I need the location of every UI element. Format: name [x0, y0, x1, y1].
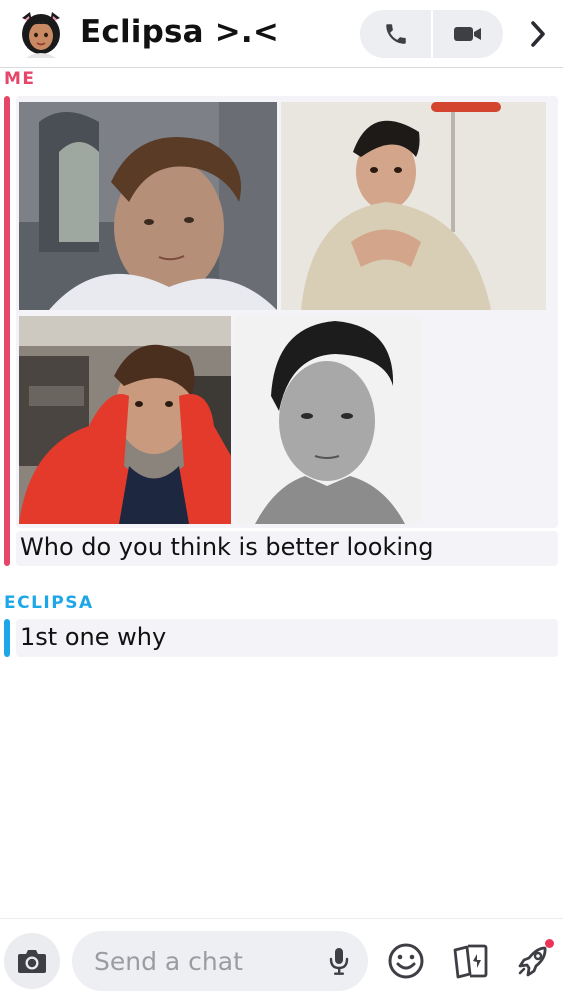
bitmoji-avatar-icon [22, 12, 60, 58]
notification-dot [545, 939, 554, 948]
media-container [16, 96, 558, 528]
photo-4[interactable] [235, 316, 423, 524]
chat-field [72, 931, 368, 991]
rocket-button[interactable] [514, 939, 554, 981]
sender-bar-eclipsa [4, 619, 10, 657]
composer-bar [0, 918, 563, 1000]
sender-label-eclipsa: ECLIPSA [4, 593, 94, 613]
chevron-right-icon [531, 21, 545, 47]
chat-title[interactable]: Eclipsa >.< [80, 14, 279, 50]
portrait-photo-2 [281, 102, 546, 310]
portrait-photo-3 [19, 316, 231, 524]
phone-icon [385, 24, 406, 44]
photo-1[interactable] [19, 102, 277, 310]
microphone-button[interactable] [324, 945, 354, 977]
message-group-eclipsa: 1st one why [4, 619, 558, 657]
cards-button[interactable] [450, 941, 490, 981]
call-buttons [360, 10, 503, 58]
sender-bar-me [4, 96, 10, 566]
video-call-button[interactable] [432, 10, 503, 58]
portrait-photo-4 [235, 316, 423, 524]
portrait-photo-1 [19, 102, 277, 310]
photo-3[interactable] [19, 316, 231, 524]
voice-call-button[interactable] [360, 10, 431, 58]
sender-label-me: ME [4, 69, 36, 89]
chat-input[interactable] [94, 931, 314, 991]
cards-icon [453, 944, 488, 979]
video-camera-icon [453, 27, 481, 41]
smiley-icon [388, 943, 424, 979]
camera-icon [18, 950, 46, 973]
message-text-eclipsa: 1st one why [20, 623, 167, 651]
camera-button[interactable] [4, 933, 60, 989]
avatar[interactable] [18, 10, 64, 58]
photo-2[interactable] [281, 102, 546, 310]
microphone-icon [329, 948, 349, 975]
message-group-me: Who do you think is better looking [4, 96, 558, 566]
emoji-button[interactable] [386, 941, 426, 981]
chevron-right-button[interactable] [524, 18, 552, 50]
message-text-me: Who do you think is better looking [20, 533, 434, 561]
chat-header: Eclipsa >.< [0, 0, 563, 68]
